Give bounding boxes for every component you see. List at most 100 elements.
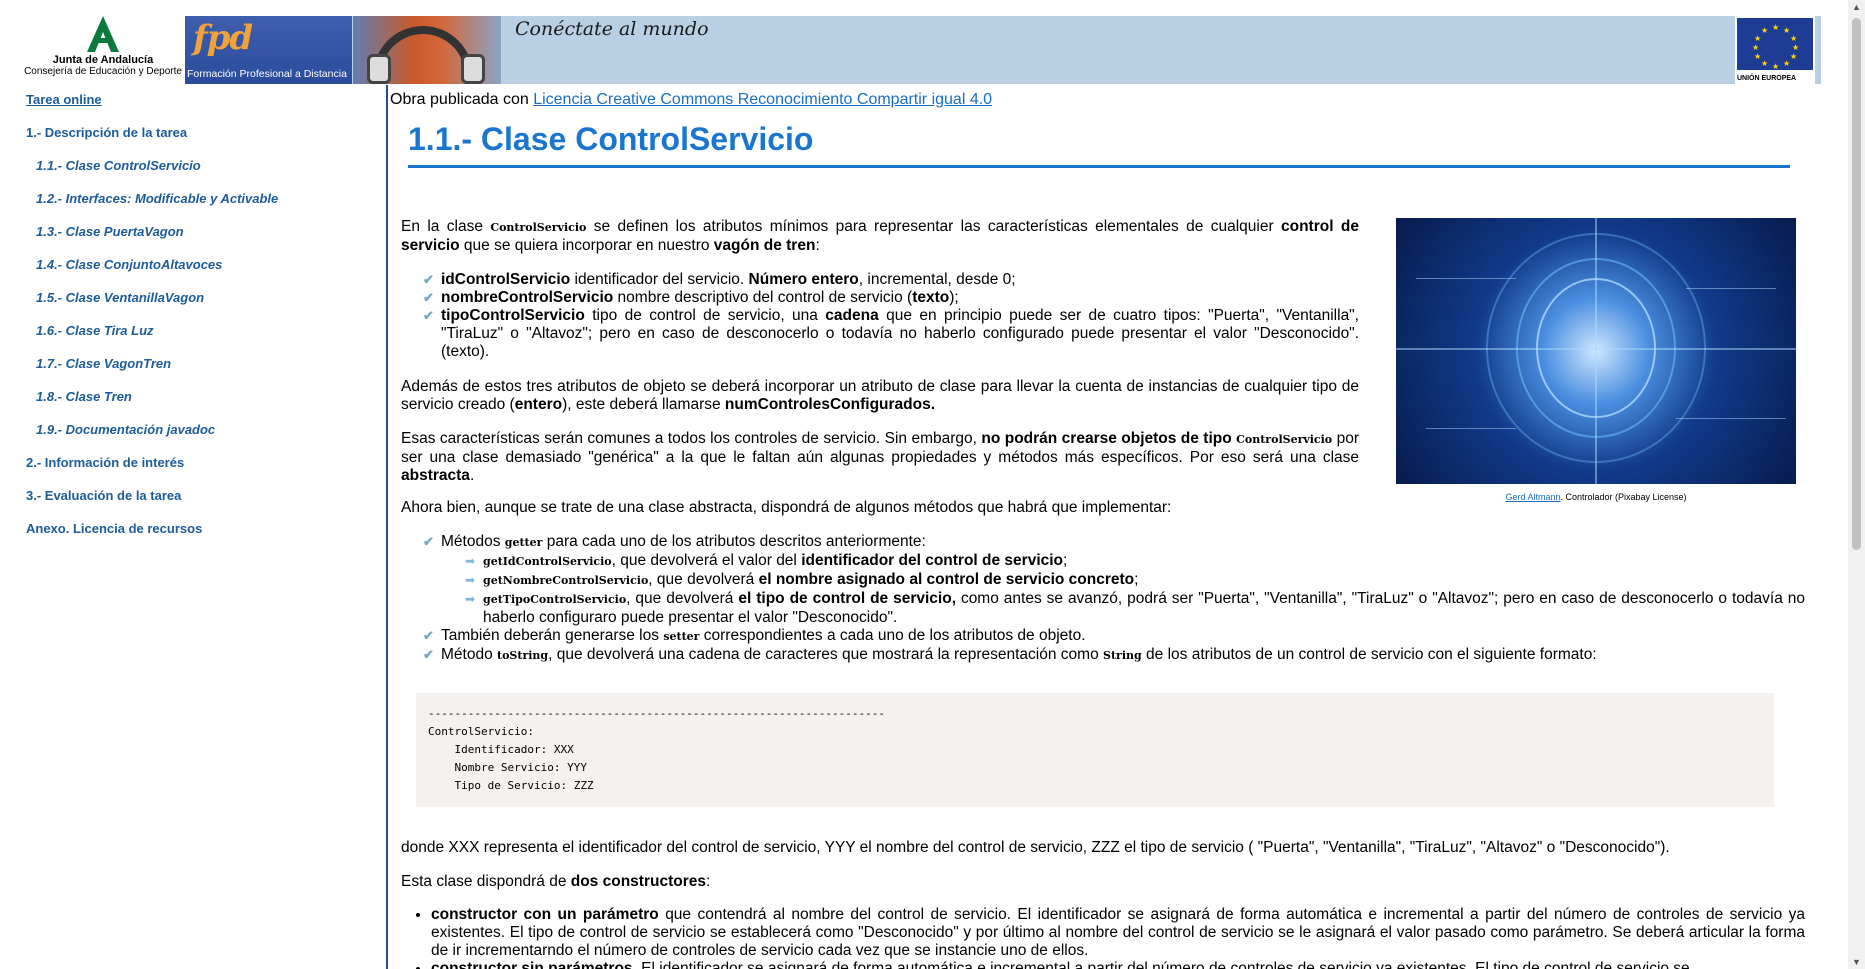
banner: fpd Formación Profesional a Distancia Co…: [185, 16, 1821, 84]
method-text: de los atributos de un control de servic…: [1141, 646, 1597, 663]
method-text: , que devolverá una cadena de caracteres…: [548, 646, 1104, 663]
license-link[interactable]: Licencia Creative Commons Reconocimiento…: [533, 91, 992, 108]
sidebar-item-descripcion[interactable]: 1.- Descripción de la tarea: [26, 125, 187, 140]
sidebar-item-interfaces[interactable]: 1.2.- Interfaces: Modificable y Activabl…: [36, 191, 278, 206]
paragraph-text: Esta clase dispondrá de: [401, 873, 571, 890]
fpd-logo-text: fpd: [193, 18, 253, 58]
paragraph-bold: entero: [514, 396, 563, 413]
sidebar-link-tarea-online[interactable]: Tarea online: [26, 92, 102, 107]
method-text: ;: [1134, 571, 1139, 588]
method-text: para cada uno de los atributos descritos…: [542, 533, 926, 550]
method-bold: el tipo de control de servicio,: [738, 590, 956, 607]
attribute-text: identificador del servicio.: [570, 271, 749, 288]
method-text: , que devolverá: [648, 571, 759, 588]
list-item: ➡ getNombreControlServicio, que devolverá…: [465, 571, 1805, 590]
figure-image: [1396, 218, 1796, 484]
license-prefix: Obra publicada con: [390, 91, 534, 108]
sidebar-item-tren[interactable]: 1.8.- Clase Tren: [36, 389, 132, 404]
figure: Gerd Altmann. Controlador (Pixabay Licen…: [1396, 218, 1796, 502]
constructors-list: constructor con un parámetro que contend…: [409, 906, 1805, 969]
constructor-bold: constructor con un parámetro: [431, 906, 659, 923]
method-text: , que devolverá el valor del: [611, 552, 802, 569]
sidebar-item-anexo[interactable]: Anexo. Licencia de recursos: [26, 521, 202, 536]
sidebar-item-evaluacion[interactable]: 3.- Evaluación de la tarea: [26, 488, 181, 503]
attribute-bold: texto: [912, 289, 950, 306]
arrow-bullet-icon: ➡: [465, 573, 476, 587]
intro-text: se definen los atributos mínimos para re…: [586, 218, 1281, 235]
figure-author-link[interactable]: Gerd Altmann: [1505, 492, 1560, 502]
main-content: Obra publicada con Licencia Creative Com…: [390, 85, 1822, 969]
paragraph-text: :: [705, 873, 711, 890]
list-item: ✔ Método toString, que devolverá una cade…: [423, 646, 1805, 665]
junta-subtitle: Consejería de Educación y Deporte: [24, 66, 182, 77]
code-inline: toString: [497, 649, 549, 662]
check-icon: ✔: [423, 308, 434, 323]
check-icon: ✔: [423, 290, 434, 305]
attribute-text: tipo de control de servicio, una: [584, 307, 826, 324]
attribute-name: nombreControlServicio: [441, 289, 614, 306]
code-inline: getter: [504, 536, 543, 549]
abstract-paragraph: Esas características serán comunes a tod…: [401, 430, 1359, 485]
attribute-bold: cadena: [825, 307, 879, 324]
intro-text: En la clase: [401, 218, 491, 235]
method-bold: identificador del control de servicio: [801, 552, 1064, 569]
constructors-intro: Esta clase dispondrá de dos constructore…: [401, 873, 1801, 891]
method-text: ;: [1063, 552, 1068, 569]
junta-logo-icon: [81, 14, 125, 54]
header: Junta de Andalucía Consejería de Educaci…: [0, 0, 1865, 85]
method-text: , que devolverá: [626, 590, 739, 607]
attribute-text: , incremental, desde 0;: [858, 271, 1016, 288]
list-item: constructor sin parámetros. El identific…: [431, 960, 1805, 969]
fpd-logo: fpd Formación Profesional a Distancia: [185, 16, 352, 84]
scroll-up-icon[interactable]: ▲: [1852, 2, 1861, 12]
code-inline: getNombreControlServicio: [483, 574, 649, 587]
license-line: Obra publicada con Licencia Creative Com…: [390, 91, 992, 109]
sidebar-item-ventanilla-vagon[interactable]: 1.5.- Clase VentanillaVagon: [36, 290, 204, 305]
junta-logo: Junta de Andalucía Consejería de Educaci…: [18, 14, 188, 84]
headphones-image: [353, 16, 501, 84]
figure-caption-text: . Controlador (Pixabay License): [1560, 492, 1687, 502]
paragraph-bold: abstracta: [401, 467, 470, 484]
sidebar-item-puerta-vagon[interactable]: 1.3.- Clase PuertaVagon: [36, 224, 184, 239]
getters-list: ➡ getIdControlServicio, que devolverá el …: [465, 552, 1805, 627]
scroll-down-icon[interactable]: ▼: [1852, 957, 1861, 967]
code-inline: setter: [663, 630, 700, 643]
sidebar-item-vagon-tren[interactable]: 1.7.- Clase VagonTren: [36, 356, 171, 371]
code-inline: getTipoControlServicio: [483, 593, 627, 606]
sidebar-item-tira-luz[interactable]: 1.6.- Clase Tira Luz: [36, 323, 154, 338]
page-scrollbar[interactable]: ▲ ▼: [1848, 0, 1865, 969]
intro-paragraph: En la clase ControlServicio se definen l…: [401, 218, 1359, 255]
intro-text: :: [815, 237, 820, 254]
method-bold: el nombre asignado al control de servici…: [758, 571, 1135, 588]
list-item: constructor con un parámetro que contend…: [431, 906, 1805, 960]
junta-name: Junta de Andalucía: [52, 54, 154, 66]
attribute-text: );: [949, 289, 959, 306]
check-icon: ✔: [423, 534, 434, 549]
sidebar-item-conjunto-altavoces[interactable]: 1.4.- Clase ConjuntoAltavoces: [36, 257, 222, 272]
intro-bold: vagón de tren: [713, 237, 816, 254]
attributes-list: ✔ idControlServicio identificador del ser…: [423, 271, 1359, 361]
sidebar-item-javadoc[interactable]: 1.9.- Documentación javadoc: [36, 422, 215, 437]
paragraph-text: Esas características serán comunes a tod…: [401, 430, 982, 447]
constructor-bold: constructor sin parámetros: [431, 960, 633, 969]
methods-list: ✔ Métodos getter para cada uno de los atr…: [423, 533, 1805, 665]
attribute-name: idControlServicio: [441, 271, 571, 288]
paragraph-text: ), este deberá llamarse: [562, 396, 725, 413]
list-item: ✔ tipoControlServicio tipo de control de …: [423, 307, 1359, 361]
figure-caption: Gerd Altmann. Controlador (Pixabay Licen…: [1396, 492, 1796, 502]
paragraph-bold: no podrán crearse objetos de tipo: [981, 430, 1237, 447]
list-item: ✔ nombreControlServicio nombre descriptiv…: [423, 289, 1359, 307]
arrow-bullet-icon: ➡: [465, 554, 476, 568]
list-item: ✔ También deberán generarse los setter co…: [423, 627, 1805, 646]
static-attribute-paragraph: Además de estos tres atributos de objeto…: [401, 378, 1359, 414]
sidebar: Tarea online 1.- Descripción de la tarea…: [0, 85, 388, 969]
paragraph-bold: dos constructores: [570, 873, 706, 890]
sidebar-item-informacion[interactable]: 2.- Información de interés: [26, 455, 184, 470]
eu-flag-icon: ★ ★ ★ ★ ★ ★ ★ ★ ★ ★ ★ ★: [1737, 18, 1813, 71]
scrollbar-thumb[interactable]: [1852, 18, 1861, 550]
sidebar-item-control-servicio[interactable]: 1.1.- Clase ControlServicio: [36, 158, 201, 173]
methods-intro-paragraph: Ahora bien, aunque se trate de una clase…: [401, 499, 1172, 516]
page-title: 1.1.- Clase ControlServicio: [408, 121, 1790, 168]
code-block: ----------------------------------------…: [416, 693, 1774, 807]
code-inline: String: [1103, 649, 1142, 662]
